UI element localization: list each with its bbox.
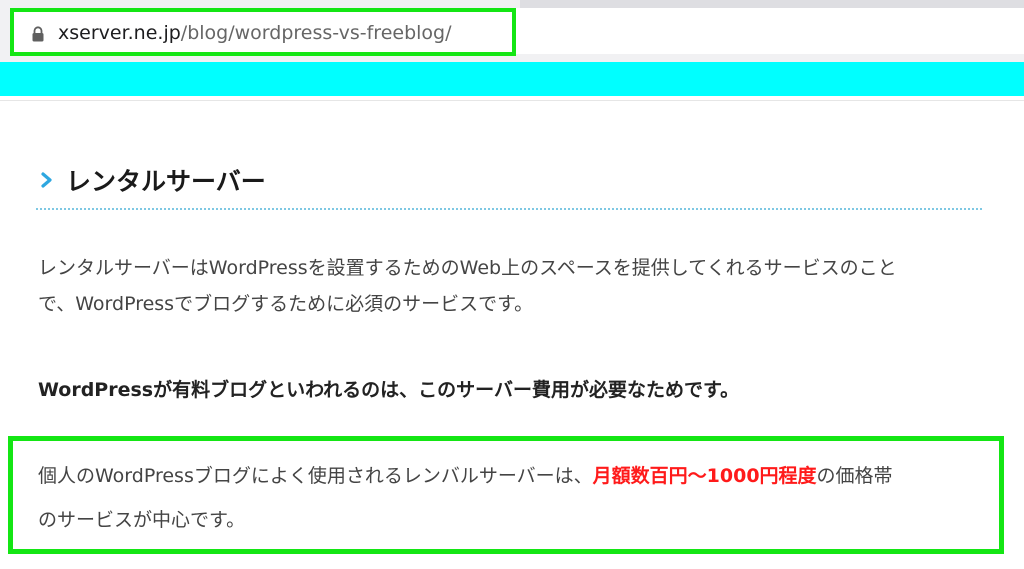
url-highlight-box	[10, 8, 516, 56]
price-emphasis: 月額数百円〜1000円程度	[592, 465, 817, 487]
highlight-line-1: 個人のWordPressブログによく使用されるレンバルサーバーは、月額数百円〜1…	[38, 456, 893, 496]
bold-statement: WordPressが有料ブログといわれるのは、このサーバー費用が必要なためです。	[38, 379, 740, 401]
paragraph-line-2: で、WordPressでブログするために必須のサービスです。	[38, 293, 534, 315]
highlight-line-2: のサービスが中心です。	[38, 509, 246, 531]
chevron-right-icon	[41, 172, 52, 188]
site-header-bar	[0, 62, 1024, 96]
highlight-text-after: の価格帯	[816, 465, 893, 487]
section-heading: レンタルサーバー	[40, 160, 266, 200]
paragraph-line-1: レンタルサーバーはWordPressを設置するためのWeb上のスペースを提供して…	[38, 257, 897, 279]
header-divider	[0, 100, 1024, 101]
section-heading-text: レンタルサーバー	[66, 167, 266, 196]
heading-dotted-rule	[36, 208, 982, 210]
highlight-text-before: 個人のWordPressブログによく使用されるレンバルサーバーは、	[38, 465, 593, 487]
